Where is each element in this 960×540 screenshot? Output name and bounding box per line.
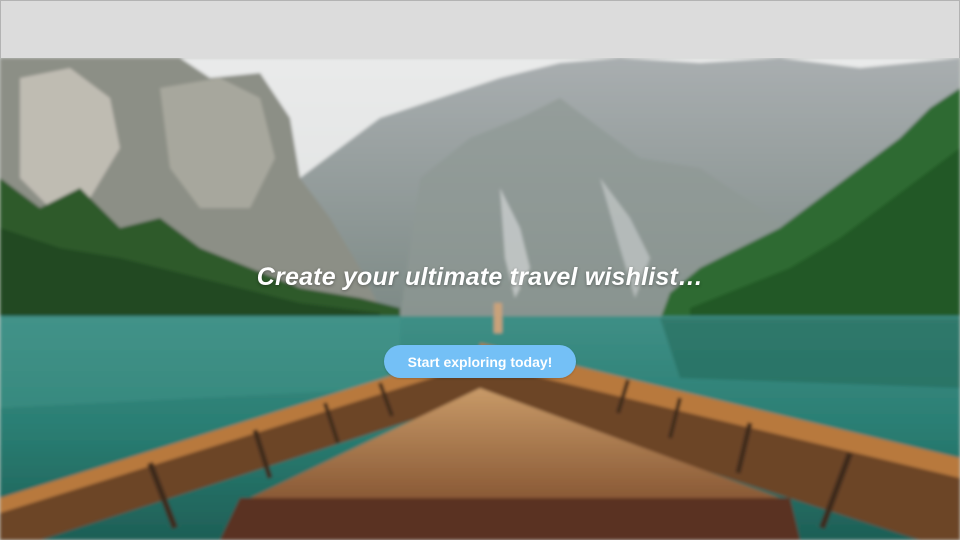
top-bar	[0, 0, 960, 59]
hero-background-image	[0, 58, 960, 540]
hero-title: Create your ultimate travel wishlist…	[256, 263, 704, 291]
hero-section: Create your ultimate travel wishlist… St…	[0, 58, 960, 540]
start-exploring-button[interactable]: Start exploring today!	[384, 345, 576, 378]
landing-page: Create your ultimate travel wishlist… St…	[0, 0, 960, 540]
